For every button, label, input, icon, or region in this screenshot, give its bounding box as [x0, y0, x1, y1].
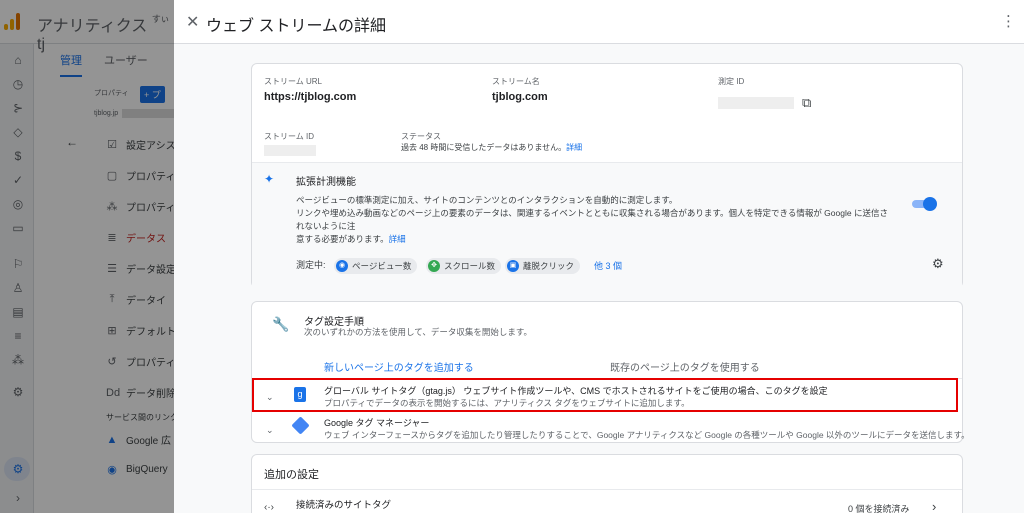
- panel-header: ✕ ウェブ ストリームの詳細 ⋮: [174, 0, 1024, 44]
- eye-icon: ◉: [336, 260, 348, 272]
- highlight-box: [252, 378, 958, 412]
- chip-outbound-clicks: ▣ 離脱クリック: [505, 258, 581, 274]
- status-details-link[interactable]: 詳細: [566, 143, 582, 152]
- more-events-link[interactable]: 他 3 個: [594, 259, 622, 272]
- additional-settings-card: 追加の設定 ‹·› 接続済みのサイトタグ 0 個を接続済み ›: [251, 454, 963, 513]
- more-vert-icon[interactable]: ⋮: [1001, 12, 1016, 30]
- tagging-card: 🔧 タグ設定手順 次のいずれかの方法を使用して、データ収集を開始します。 新しい…: [251, 301, 970, 443]
- code-icon: ‹·›: [264, 502, 274, 513]
- stream-name-label: ストリーム名: [492, 77, 540, 86]
- chip-pageviews: ◉ ページビュー数: [334, 258, 418, 274]
- chip-scrolls: ✥ スクロール数: [426, 258, 502, 274]
- close-icon[interactable]: ✕: [186, 12, 199, 32]
- enhanced-settings-gear-icon[interactable]: ⚙: [932, 256, 944, 272]
- enhanced-title: 拡張計測機能: [296, 177, 356, 188]
- stream-id-redacted: [264, 145, 316, 156]
- stream-url-value: https://tjblog.com: [264, 91, 357, 103]
- enhanced-details-link[interactable]: 詳細: [389, 234, 406, 244]
- copy-icon[interactable]: ⧉: [802, 95, 811, 111]
- additional-divider: [252, 489, 962, 490]
- tab-existing-tag[interactable]: 既存のページ上のタグを使用する: [610, 359, 760, 374]
- connected-site-tags-label[interactable]: 接続済みのサイトタグ: [296, 497, 391, 511]
- stream-name-value: tjblog.com: [492, 91, 548, 103]
- lock-icon: ▣: [507, 260, 519, 272]
- status-value: 過去 48 時間に受信したデータはありません。詳細: [401, 143, 583, 152]
- gtm-title[interactable]: Google タグ マネージャー: [324, 416, 429, 429]
- web-stream-details-panel: ✕ ウェブ ストリームの詳細 ⋮ ストリーム URL https://tjblo…: [174, 0, 1024, 513]
- measurement-id-redacted: [718, 97, 794, 109]
- measurement-id-label: 測定 ID: [718, 77, 745, 86]
- sparkle-icon: ✦: [264, 172, 275, 186]
- tag-manager-icon: [291, 416, 310, 435]
- enhanced-description: ページビューの標準測定に加え、サイトのコンテンツとのインタラクションを自動的に測…: [296, 195, 888, 244]
- chevron-right-icon[interactable]: ›: [932, 499, 936, 513]
- tagging-subtitle: 次のいずれかの方法を使用して、データ収集を開始します。: [304, 327, 532, 337]
- stream-info-card: ストリーム URL https://tjblog.com ストリーム名 tjbl…: [251, 63, 963, 288]
- enhanced-toggle[interactable]: [912, 197, 937, 211]
- modal-overlay[interactable]: [0, 0, 174, 513]
- status-label: ステータス: [401, 132, 441, 141]
- tab-add-new-tag[interactable]: 新しいページ上のタグを追加する: [324, 359, 474, 374]
- stream-url-label: ストリーム URL: [264, 77, 322, 86]
- panel-title: ウェブ ストリームの詳細: [206, 18, 386, 35]
- gtm-description: ウェブ インターフェースからタグを追加したり管理したりすることで、Google …: [324, 430, 970, 440]
- wrench-icon: 🔧: [272, 316, 290, 332]
- stream-id-label: ストリーム ID: [264, 132, 314, 141]
- connected-count: 0 個を接続済み: [848, 504, 910, 513]
- additional-settings-heading: 追加の設定: [264, 469, 319, 481]
- measuring-label: 測定中:: [296, 260, 326, 270]
- chevron-down-icon[interactable]: ⌄: [266, 425, 274, 436]
- scroll-icon: ✥: [428, 260, 440, 272]
